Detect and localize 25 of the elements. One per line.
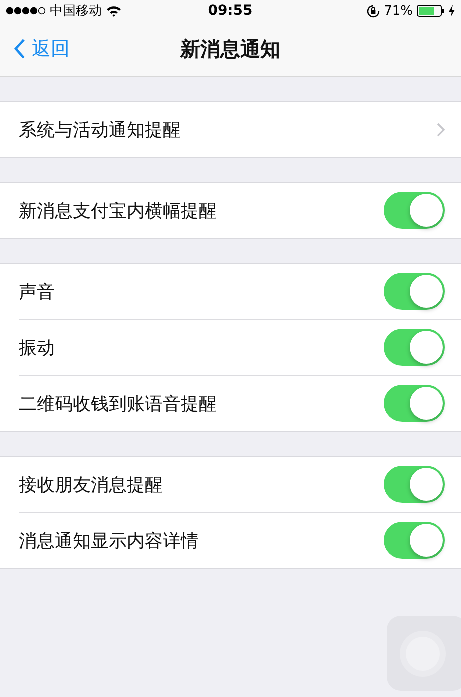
settings-row[interactable]: 系统与活动通知提醒 — [0, 102, 461, 157]
row-label: 振动 — [19, 336, 55, 360]
toggle-switch[interactable] — [384, 192, 445, 229]
row-label: 接收朋友消息提醒 — [19, 474, 163, 496]
row-label: 声音 — [19, 280, 55, 304]
toggle-switch[interactable] — [384, 273, 445, 310]
battery-icon — [416, 5, 445, 17]
row-label: 消息通知显示内容详情 — [19, 530, 199, 552]
toggle-switch[interactable] — [384, 466, 445, 503]
toggle-switch[interactable] — [384, 385, 445, 422]
charging-icon — [448, 5, 455, 17]
clock-time: 09:55 — [208, 3, 253, 19]
page-title: 新消息通知 — [180, 36, 280, 62]
battery-percent: 71% — [384, 4, 413, 18]
rotation-lock-icon — [367, 4, 380, 18]
chevron-right-icon — [437, 122, 445, 136]
carrier-name: 中国移动 — [50, 3, 102, 20]
signal-icon — [6, 7, 46, 15]
row-label: 二维码收钱到账语音提醒 — [19, 392, 217, 416]
toggle-switch[interactable] — [384, 329, 445, 366]
toggle-switch[interactable] — [384, 522, 445, 559]
row-label: 系统与活动通知提醒 — [19, 118, 181, 142]
wifi-icon — [106, 5, 122, 17]
chevron-left-icon — [14, 39, 26, 59]
row-label: 新消息支付宝内横幅提醒 — [19, 200, 217, 222]
